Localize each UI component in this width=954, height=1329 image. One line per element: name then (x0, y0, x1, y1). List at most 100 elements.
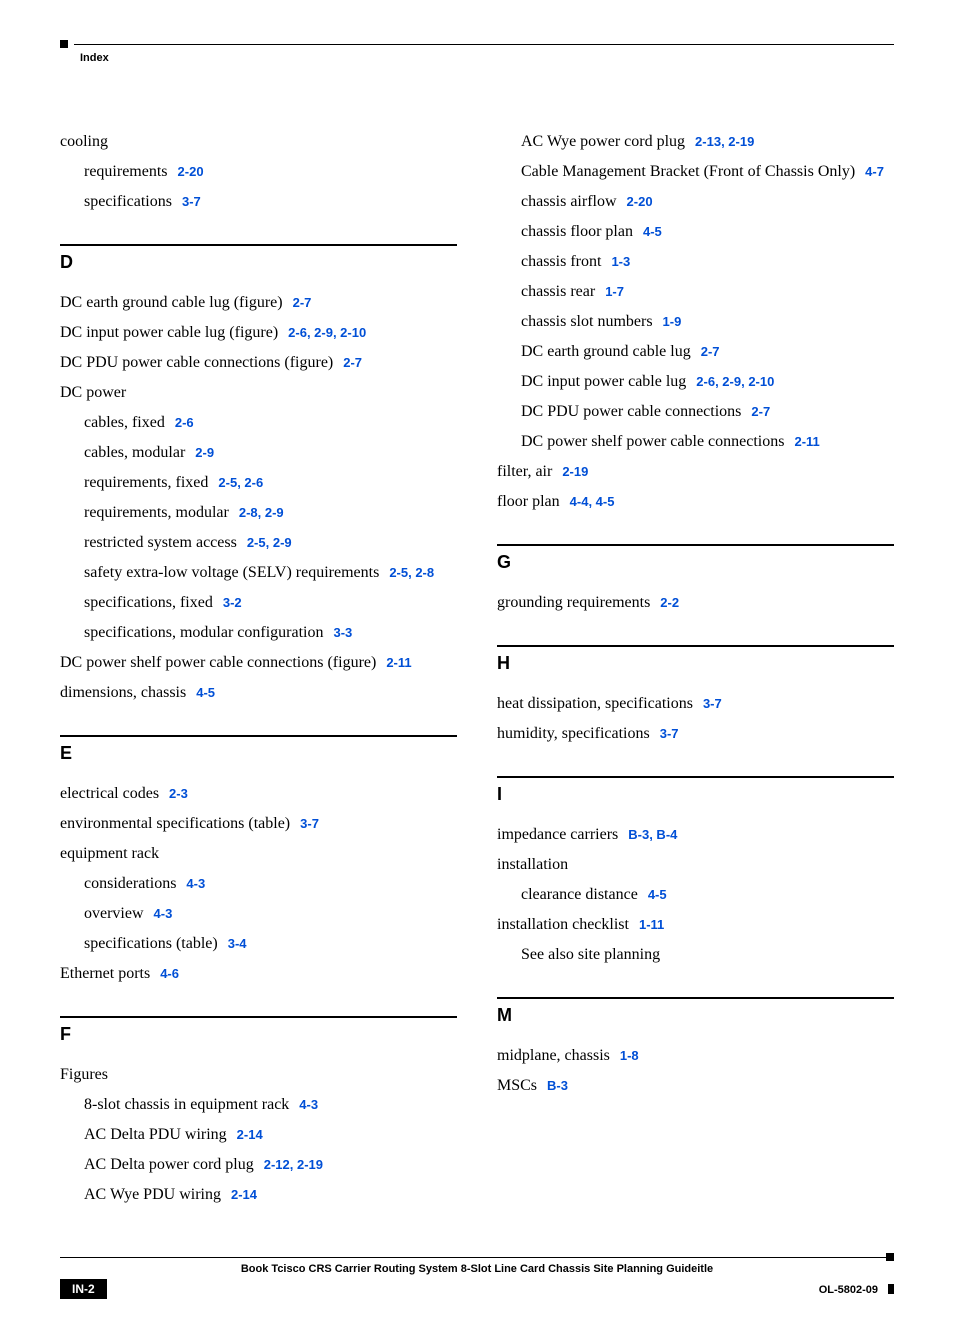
page-ref-link[interactable]: 4-7 (865, 164, 884, 179)
page-ref-link[interactable]: 1-7 (605, 284, 624, 299)
page-ref-link[interactable]: 2-7 (343, 355, 362, 370)
page-ref-link[interactable]: 3-3 (333, 625, 352, 640)
page-ref-link[interactable]: 2-6, 2-9, 2-10 (696, 374, 774, 389)
page-ref-link[interactable]: 3-7 (703, 696, 722, 711)
page-ref-link[interactable]: 4-6 (160, 966, 179, 981)
header-label: Index (80, 52, 894, 64)
index-entry-text: overview (84, 905, 144, 922)
page-ref-link[interactable]: 2-13, 2-19 (695, 134, 754, 149)
section-letter: I (497, 784, 894, 805)
index-entry: MSCs B-3 (497, 1074, 894, 1098)
index-entry: considerations 4-3 (84, 872, 457, 896)
page-ref-link[interactable]: 3-7 (182, 194, 201, 209)
index-entry-text: DC power (60, 384, 126, 401)
index-entry: equipment rack (60, 842, 457, 866)
index-entry: DC power shelf power cable connections (… (60, 651, 457, 675)
index-entry-text: installation (497, 856, 568, 873)
page-ref-link[interactable]: 2-5, 2-8 (389, 565, 434, 580)
index-entry-text: AC Delta PDU wiring (84, 1126, 227, 1143)
page-ref-link[interactable]: 4-3 (299, 1097, 318, 1112)
page-ref-link[interactable]: 3-7 (660, 726, 679, 741)
page-ref-link[interactable]: 2-6 (175, 415, 194, 430)
index-entry-text: impedance carriers (497, 826, 618, 843)
section-letter: D (60, 252, 457, 273)
page-ref-link[interactable]: 2-11 (794, 434, 819, 449)
index-entry: AC Delta power cord plug2-12, 2-19 (84, 1153, 457, 1177)
page-ref-link[interactable]: 3-2 (223, 595, 242, 610)
page-ref-link[interactable]: 2-8, 2-9 (239, 505, 284, 520)
section-rule (497, 776, 894, 778)
index-entry: cables, modular2-9 (84, 441, 457, 465)
index-entry: impedance carriers B-3, B-4 (497, 823, 894, 847)
page-ref-link[interactable]: 3-7 (300, 816, 319, 831)
page-ref-link[interactable]: 1-9 (663, 314, 682, 329)
page-ref-link[interactable]: 2-7 (751, 404, 770, 419)
index-entry-text: MSCs (497, 1077, 537, 1094)
page-ref-link[interactable]: 2-2 (660, 595, 679, 610)
index-entry: DC earth ground cable lug (figure)2-7 (60, 291, 457, 315)
index-entry: Ethernet ports4-6 (60, 962, 457, 986)
page-ref-link[interactable]: 2-19 (562, 464, 588, 479)
page-ref-link[interactable]: 2-9 (195, 445, 214, 460)
index-entry: AC Wye PDU wiring2-14 (84, 1183, 457, 1207)
index-entry: chassis rear 1-7 (521, 280, 894, 304)
index-entry-text: clearance distance (521, 886, 638, 903)
index-entry-text: heat dissipation, specifications (497, 695, 693, 712)
page-ref-link[interactable]: 2-20 (627, 194, 653, 209)
section-rule (60, 1016, 457, 1018)
index-entry: clearance distance 4-5 (521, 883, 894, 907)
section-rule (60, 244, 457, 246)
index-entry: requirements, fixed 2-5, 2-6 (84, 471, 457, 495)
page-ref-link[interactable]: 1-11 (639, 917, 664, 932)
index-entry: midplane, chassis 1-8 (497, 1044, 894, 1068)
index-entry-text: cooling (60, 133, 108, 150)
page-ref-link[interactable]: 1-8 (620, 1048, 639, 1063)
page-ref-link[interactable]: 4-4, 4-5 (570, 494, 615, 509)
index-entry-text: considerations (84, 875, 176, 892)
page-ref-link[interactable]: 2-14 (231, 1187, 257, 1202)
index-entry: DC PDU power cable connections (figure)2… (60, 351, 457, 375)
index-entry: AC Delta PDU wiring 2-14 (84, 1123, 457, 1147)
index-entry-text: chassis front (521, 253, 601, 270)
page-ref-link[interactable]: B-3, B-4 (628, 827, 677, 842)
index-entry-text: chassis rear (521, 283, 595, 300)
page-ref-link[interactable]: 2-12, 2-19 (264, 1157, 323, 1172)
page-ref-link[interactable]: 2-5, 2-9 (247, 535, 292, 550)
section-rule (497, 645, 894, 647)
index-entry-text: AC Wye power cord plug (521, 133, 685, 150)
index-entry-text: electrical codes (60, 785, 159, 802)
page-ref-link[interactable]: 1-3 (611, 254, 630, 269)
page-ref-link[interactable]: 4-5 (196, 685, 215, 700)
index-entry-text: environmental specifications (table) (60, 815, 290, 832)
page-ref-link[interactable]: 4-3 (154, 906, 173, 921)
page-ref-link[interactable]: 3-4 (228, 936, 247, 951)
index-entry: requirements, modular2-8, 2-9 (84, 501, 457, 525)
index-entry-text: chassis slot numbers (521, 313, 653, 330)
page-ref-link[interactable]: 4-5 (648, 887, 667, 902)
index-entry: chassis floor plan4-5 (521, 220, 894, 244)
index-entry: chassis front 1-3 (521, 250, 894, 274)
page-ref-link[interactable]: 2-11 (386, 655, 411, 670)
page-ref-link[interactable]: 2-6, 2-9, 2-10 (288, 325, 366, 340)
index-entry: humidity, specifications3-7 (497, 722, 894, 746)
page-ref-link[interactable]: 4-5 (643, 224, 662, 239)
index-entry-text: midplane, chassis (497, 1047, 610, 1064)
index-entry-text: DC input power cable lug (521, 373, 686, 390)
section-letter: M (497, 1005, 894, 1026)
index-entry-text: installation checklist (497, 916, 629, 933)
page-ref-link[interactable]: B-3 (547, 1078, 568, 1093)
page-ref-link[interactable]: 2-3 (169, 786, 188, 801)
section-letter: G (497, 552, 894, 573)
page-ref-link[interactable]: 2-7 (701, 344, 720, 359)
index-entry: chassis slot numbers 1-9 (521, 310, 894, 334)
page-ref-link[interactable]: 4-3 (186, 876, 205, 891)
header-square-icon (60, 40, 68, 48)
index-entry-text: equipment rack (60, 845, 159, 862)
index-entry-text: requirements, fixed (84, 474, 208, 491)
page-ref-link[interactable]: 2-20 (178, 164, 204, 179)
index-entry: filter, air2-19 (497, 460, 894, 484)
page-ref-link[interactable]: 2-7 (293, 295, 312, 310)
index-columns: coolingrequirements2-20specifications3-7… (60, 124, 894, 1213)
page-ref-link[interactable]: 2-5, 2-6 (218, 475, 263, 490)
page-ref-link[interactable]: 2-14 (237, 1127, 263, 1142)
